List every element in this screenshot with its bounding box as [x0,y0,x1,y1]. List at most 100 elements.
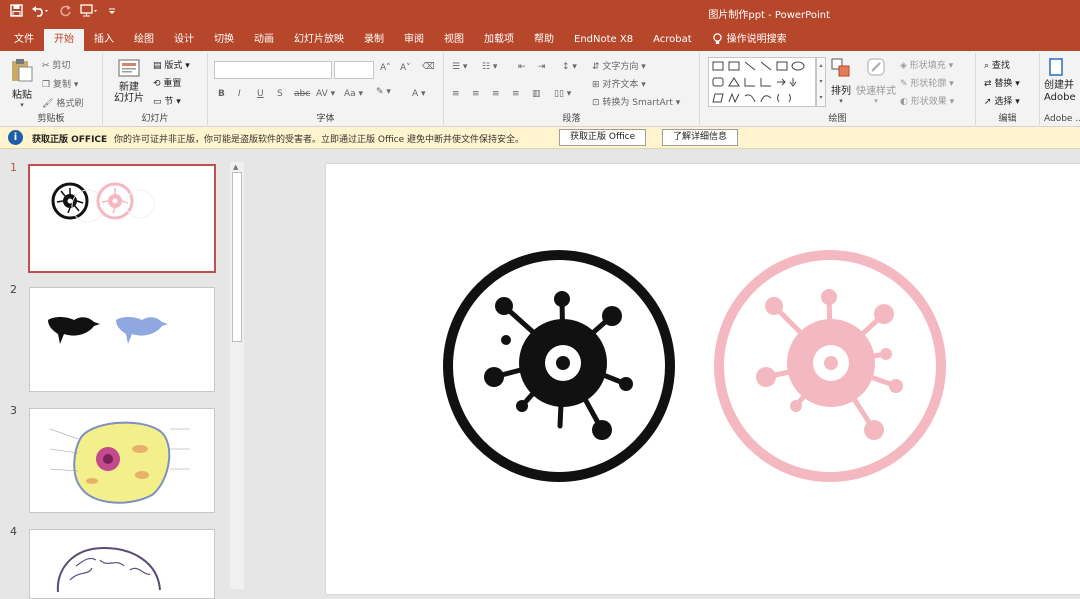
pdf-icon [1049,58,1063,76]
create-pdf-button[interactable]: 创建并 Adobe [1044,57,1080,104]
adobe-label: Adobe [1044,92,1076,103]
bullets-icon[interactable]: ☰ ▾ [452,62,467,72]
numbering-icon[interactable]: ☷ ▾ [482,62,497,72]
find-button[interactable]: ⌕ 查找 [984,58,1010,71]
slide-thumbnail-1[interactable] [28,164,216,273]
quick-styles-button[interactable]: 快速样式 ▾ [856,57,896,105]
shape-outline-button[interactable]: ✎ 形状轮廓 ▾ [900,76,954,89]
text-direction-icon: ⇵ [592,62,600,72]
align-right-icon[interactable]: ≡ [492,89,500,99]
shape-outline-label: 形状轮廓 [910,79,947,89]
learn-more-button[interactable]: 了解详细信息 [662,129,739,146]
shapes-gallery-scroll[interactable]: ▴ ▾ ▾ [816,57,826,107]
shape-effects-label: 形状效果 [910,97,947,107]
char-spacing-button[interactable]: AV ▾ [316,89,335,99]
format-painter-button[interactable]: 🖌 格式刷 [42,96,83,109]
tab-home[interactable]: 开始 [44,29,84,51]
arrange-button[interactable]: 排列 ▾ [828,57,854,105]
tell-me-search[interactable]: 操作说明搜索 [702,29,797,51]
align-center-icon[interactable]: ≡ [472,89,480,99]
tab-addins[interactable]: 加载项 [474,29,524,51]
slide-canvas[interactable] [326,164,1080,594]
format-painter-label: 格式刷 [56,99,84,109]
tab-help[interactable]: 帮助 [524,29,564,51]
adobe-group-label: Adobe ... [1044,114,1080,124]
shapes-gallery[interactable] [708,57,816,107]
shadow-button[interactable]: S [277,89,283,99]
new-slide-icon [118,59,140,77]
cut-button[interactable]: ✂ 剪切 [42,58,70,71]
drawing-group-label: 绘图 [828,114,847,124]
copy-button[interactable]: ❐ 复制 ▾ [42,77,78,90]
find-label: 查找 [991,61,1010,71]
paste-button[interactable]: 粘贴 ▾ [6,57,38,109]
select-label: 选择 [994,97,1013,107]
clear-format-icon[interactable]: ⌫ [422,62,435,72]
tab-review[interactable]: 审阅 [394,29,434,51]
section-button[interactable]: ▭ 节 ▾ [153,94,181,107]
thumbnail-scroll-thumb[interactable] [232,172,242,342]
tab-view[interactable]: 视图 [434,29,474,51]
new-slide-button[interactable]: 新建 幻灯片 [109,57,149,104]
bold-button[interactable]: B [218,89,225,99]
shape-effects-button[interactable]: ◐ 形状效果 ▾ [900,94,954,107]
grow-font-button[interactable]: A˄ [380,63,391,73]
slides-group-label: 幻灯片 [141,114,169,124]
font-name-dropdown[interactable] [214,61,332,79]
replace-button[interactable]: ⇄ 替换 ▾ [984,76,1020,89]
decrease-indent-icon[interactable]: ⇤ [518,62,526,72]
font-color-button[interactable]: A ▾ [412,89,426,99]
drawing-group: ▴ ▾ ▾ 排列 ▾ 快速样式 ▾ ◈ 形状填充 ▾ ✎ 形状轮廓 ▾ ◐ 形状效果… [700,53,976,125]
align-left-icon[interactable]: ≡ [452,89,460,99]
bird-silhouettes-image [48,317,168,344]
reset-button[interactable]: ⟲ 重置 [153,76,181,89]
columns-icon[interactable]: ▯▯ ▾ [554,89,571,99]
editing-group: ⌕ 查找 ⇄ 替换 ▾ ➚ 选择 ▾ 编辑 [976,53,1040,125]
select-button[interactable]: ➚ 选择 ▾ [984,94,1020,107]
tab-endnote[interactable]: EndNote X8 [564,29,643,51]
slide-thumbnail-3[interactable] [29,408,215,513]
get-genuine-office-button[interactable]: 获取正版 Office [559,129,647,146]
tab-design[interactable]: 设计 [164,29,204,51]
tab-record[interactable]: 录制 [354,29,394,51]
font-group-label: 字体 [316,114,335,124]
tab-file[interactable]: 文件 [4,29,44,51]
create-label: 创建并 [1044,80,1074,91]
replace-label: 替换 [994,79,1013,89]
tab-insert[interactable]: 插入 [84,29,124,51]
scroll-up-icon[interactable]: ▲ [233,163,238,171]
brush-icon: 🖌 [42,99,54,109]
slide-thumbnail-2[interactable] [29,287,215,392]
change-case-button[interactable]: Aa ▾ [344,89,363,99]
tab-draw[interactable]: 绘图 [124,29,164,51]
message-title: 获取正版 OFFICE [32,135,108,145]
increase-indent-icon[interactable]: ⇥ [538,62,546,72]
font-size-dropdown[interactable] [334,61,374,79]
text-direction-button[interactable]: ⇵ 文字方向 ▾ [592,59,646,72]
layout-button[interactable]: ▤ 版式 ▾ [153,58,190,71]
tab-acrobat[interactable]: Acrobat [643,29,702,51]
line-spacing-icon[interactable]: ↕ ▾ [562,62,577,72]
justify-icon[interactable]: ≡ [512,89,520,99]
reset-label: 重置 [163,79,182,89]
italic-button[interactable]: I [238,89,241,99]
shape-fill-button[interactable]: ◈ 形状填充 ▾ [900,58,953,71]
virus-thumbnail-image [51,182,155,223]
shrink-font-button[interactable]: A˅ [400,63,411,73]
strikethrough-button[interactable]: abc [294,89,310,99]
title-bar: 图片制作ppt - PowerPoint [0,0,1080,26]
tab-animations[interactable]: 动画 [244,29,284,51]
distribute-icon[interactable]: ▥ [532,89,541,99]
align-text-button[interactable]: ⊞ 对齐文本 ▾ [592,77,646,90]
paragraph-group-label: 段落 [562,114,581,124]
text-direction-label: 文字方向 [602,62,639,72]
tab-slideshow[interactable]: 幻灯片放映 [284,29,354,51]
tab-transitions[interactable]: 切换 [204,29,244,51]
highlight-icon[interactable]: ✎ ▾ [376,87,391,97]
underline-button[interactable]: U [257,89,264,99]
message-text: 你的许可证并非正版，你可能是盗版软件的受害者。立即通过正版 Office 避免中… [114,135,524,145]
virus-icons-image [443,250,946,482]
layout-label: 版式 [164,61,183,71]
section-icon: ▭ [153,97,162,107]
smartart-button[interactable]: ⊡ 转换为 SmartArt ▾ [592,95,680,108]
